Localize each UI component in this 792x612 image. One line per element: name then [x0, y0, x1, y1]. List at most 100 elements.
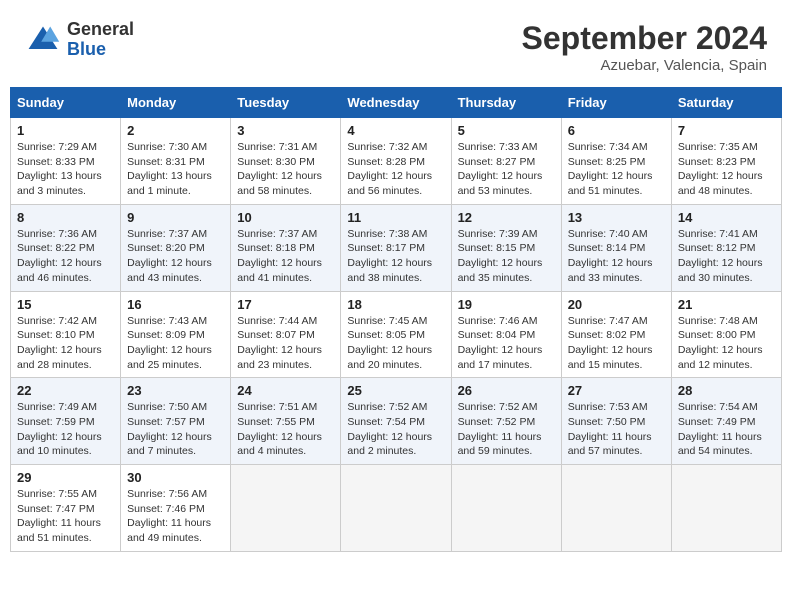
- day-info: Sunrise: 7:46 AMSunset: 8:04 PMDaylight:…: [458, 314, 555, 373]
- day-info: Sunrise: 7:29 AMSunset: 8:33 PMDaylight:…: [17, 140, 114, 199]
- day-number: 12: [458, 210, 555, 225]
- calendar-cell: 9Sunrise: 7:37 AMSunset: 8:20 PMDaylight…: [121, 204, 231, 291]
- calendar-cell: 5 Sunrise: 7:33 AMSunset: 8:27 PMDaylight…: [451, 118, 561, 205]
- calendar-cell: 26 Sunrise: 7:52 AMSunset: 7:52 PMDayligh…: [451, 378, 561, 465]
- day-info: Sunrise: 7:43 AMSunset: 8:09 PMDaylight:…: [127, 314, 224, 373]
- calendar-week-row: 29Sunrise: 7:55 AMSunset: 7:47 PMDayligh…: [11, 465, 782, 552]
- day-info: Sunrise: 7:39 AMSunset: 8:15 PMDaylight:…: [458, 227, 555, 286]
- calendar-cell: 18Sunrise: 7:45 AMSunset: 8:05 PMDayligh…: [341, 291, 451, 378]
- day-info: Sunrise: 7:56 AMSunset: 7:46 PMDaylight:…: [127, 487, 224, 546]
- day-number: 3: [237, 123, 334, 138]
- calendar-cell: 17 Sunrise: 7:44 AMSunset: 8:07 PMDayligh…: [231, 291, 341, 378]
- day-number: 27: [568, 383, 665, 398]
- calendar-cell: 2 Sunrise: 7:30 AMSunset: 8:31 PMDaylight…: [121, 118, 231, 205]
- day-number: 14: [678, 210, 775, 225]
- calendar-cell: 21 Sunrise: 7:48 AMSunset: 8:00 PMDayligh…: [671, 291, 781, 378]
- calendar-cell: [561, 465, 671, 552]
- calendar-week-row: 22 Sunrise: 7:49 AMSunset: 7:59 PMDayligh…: [11, 378, 782, 465]
- calendar-cell: 30 Sunrise: 7:56 AMSunset: 7:46 PMDayligh…: [121, 465, 231, 552]
- day-info: Sunrise: 7:48 AMSunset: 8:00 PMDaylight:…: [678, 314, 775, 373]
- calendar-cell: 23Sunrise: 7:50 AMSunset: 7:57 PMDayligh…: [121, 378, 231, 465]
- weekday-header-sunday: Sunday: [11, 88, 121, 118]
- calendar-table: SundayMondayTuesdayWednesdayThursdayFrid…: [10, 87, 782, 552]
- day-info: Sunrise: 7:30 AMSunset: 8:31 PMDaylight:…: [127, 140, 224, 199]
- calendar-cell: 20 Sunrise: 7:47 AMSunset: 8:02 PMDayligh…: [561, 291, 671, 378]
- calendar-cell: 12 Sunrise: 7:39 AMSunset: 8:15 PMDayligh…: [451, 204, 561, 291]
- day-info: Sunrise: 7:52 AMSunset: 7:54 PMDaylight:…: [347, 400, 444, 459]
- day-info: Sunrise: 7:55 AMSunset: 7:47 PMDaylight:…: [17, 487, 114, 546]
- day-number: 26: [458, 383, 555, 398]
- page-header: General Blue September 2024 Azuebar, Val…: [10, 10, 782, 79]
- day-number: 15: [17, 297, 114, 312]
- day-number: 22: [17, 383, 114, 398]
- logo-icon: [25, 22, 61, 58]
- day-number: 1: [17, 123, 114, 138]
- calendar-cell: 28 Sunrise: 7:54 AMSunset: 7:49 PMDayligh…: [671, 378, 781, 465]
- day-number: 30: [127, 470, 224, 485]
- calendar-cell: 22 Sunrise: 7:49 AMSunset: 7:59 PMDayligh…: [11, 378, 121, 465]
- logo-text: General Blue: [67, 20, 134, 60]
- day-number: 6: [568, 123, 665, 138]
- day-number: 28: [678, 383, 775, 398]
- calendar-cell: 6 Sunrise: 7:34 AMSunset: 8:25 PMDaylight…: [561, 118, 671, 205]
- day-info: Sunrise: 7:52 AMSunset: 7:52 PMDaylight:…: [458, 400, 555, 459]
- calendar-cell: [341, 465, 451, 552]
- day-info: Sunrise: 7:31 AMSunset: 8:30 PMDaylight:…: [237, 140, 334, 199]
- weekday-header-thursday: Thursday: [451, 88, 561, 118]
- day-number: 18: [347, 297, 444, 312]
- calendar-cell: 14Sunrise: 7:41 AMSunset: 8:12 PMDayligh…: [671, 204, 781, 291]
- calendar-week-row: 15 Sunrise: 7:42 AMSunset: 8:10 PMDayligh…: [11, 291, 782, 378]
- day-info: Sunrise: 7:33 AMSunset: 8:27 PMDaylight:…: [458, 140, 555, 199]
- day-info: Sunrise: 7:34 AMSunset: 8:25 PMDaylight:…: [568, 140, 665, 199]
- title-block: September 2024 Azuebar, Valencia, Spain: [522, 20, 767, 74]
- day-info: Sunrise: 7:37 AMSunset: 8:18 PMDaylight:…: [237, 227, 334, 286]
- calendar-cell: 29Sunrise: 7:55 AMSunset: 7:47 PMDayligh…: [11, 465, 121, 552]
- logo-blue: Blue: [67, 40, 134, 60]
- day-number: 21: [678, 297, 775, 312]
- day-info: Sunrise: 7:40 AMSunset: 8:14 PMDaylight:…: [568, 227, 665, 286]
- day-info: Sunrise: 7:44 AMSunset: 8:07 PMDaylight:…: [237, 314, 334, 373]
- day-number: 13: [568, 210, 665, 225]
- location-subtitle: Azuebar, Valencia, Spain: [522, 57, 767, 74]
- day-number: 5: [458, 123, 555, 138]
- weekday-header-saturday: Saturday: [671, 88, 781, 118]
- calendar-cell: 27 Sunrise: 7:53 AMSunset: 7:50 PMDayligh…: [561, 378, 671, 465]
- day-info: Sunrise: 7:37 AMSunset: 8:20 PMDaylight:…: [127, 227, 224, 286]
- weekday-header-tuesday: Tuesday: [231, 88, 341, 118]
- day-info: Sunrise: 7:54 AMSunset: 7:49 PMDaylight:…: [678, 400, 775, 459]
- day-number: 8: [17, 210, 114, 225]
- day-number: 17: [237, 297, 334, 312]
- calendar-cell: 13 Sunrise: 7:40 AMSunset: 8:14 PMDayligh…: [561, 204, 671, 291]
- day-info: Sunrise: 7:53 AMSunset: 7:50 PMDaylight:…: [568, 400, 665, 459]
- calendar-cell: 19 Sunrise: 7:46 AMSunset: 8:04 PMDayligh…: [451, 291, 561, 378]
- day-info: Sunrise: 7:42 AMSunset: 8:10 PMDaylight:…: [17, 314, 114, 373]
- day-info: Sunrise: 7:32 AMSunset: 8:28 PMDaylight:…: [347, 140, 444, 199]
- day-number: 24: [237, 383, 334, 398]
- day-info: Sunrise: 7:36 AMSunset: 8:22 PMDaylight:…: [17, 227, 114, 286]
- day-info: Sunrise: 7:47 AMSunset: 8:02 PMDaylight:…: [568, 314, 665, 373]
- calendar-cell: [451, 465, 561, 552]
- calendar-week-row: 8 Sunrise: 7:36 AMSunset: 8:22 PMDaylight…: [11, 204, 782, 291]
- day-info: Sunrise: 7:49 AMSunset: 7:59 PMDaylight:…: [17, 400, 114, 459]
- logo: General Blue: [25, 20, 134, 60]
- day-number: 20: [568, 297, 665, 312]
- day-number: 23: [127, 383, 224, 398]
- logo-general: General: [67, 20, 134, 40]
- day-number: 2: [127, 123, 224, 138]
- day-number: 25: [347, 383, 444, 398]
- calendar-cell: [231, 465, 341, 552]
- calendar-cell: 11Sunrise: 7:38 AMSunset: 8:17 PMDayligh…: [341, 204, 451, 291]
- day-number: 7: [678, 123, 775, 138]
- day-info: Sunrise: 7:51 AMSunset: 7:55 PMDaylight:…: [237, 400, 334, 459]
- calendar-cell: 4 Sunrise: 7:32 AMSunset: 8:28 PMDaylight…: [341, 118, 451, 205]
- weekday-header-monday: Monday: [121, 88, 231, 118]
- weekday-header-friday: Friday: [561, 88, 671, 118]
- day-number: 19: [458, 297, 555, 312]
- day-number: 11: [347, 210, 444, 225]
- calendar-cell: 24 Sunrise: 7:51 AMSunset: 7:55 PMDayligh…: [231, 378, 341, 465]
- calendar-cell: 16Sunrise: 7:43 AMSunset: 8:09 PMDayligh…: [121, 291, 231, 378]
- month-title: September 2024: [522, 20, 767, 57]
- day-number: 4: [347, 123, 444, 138]
- weekday-header-row: SundayMondayTuesdayWednesdayThursdayFrid…: [11, 88, 782, 118]
- day-number: 10: [237, 210, 334, 225]
